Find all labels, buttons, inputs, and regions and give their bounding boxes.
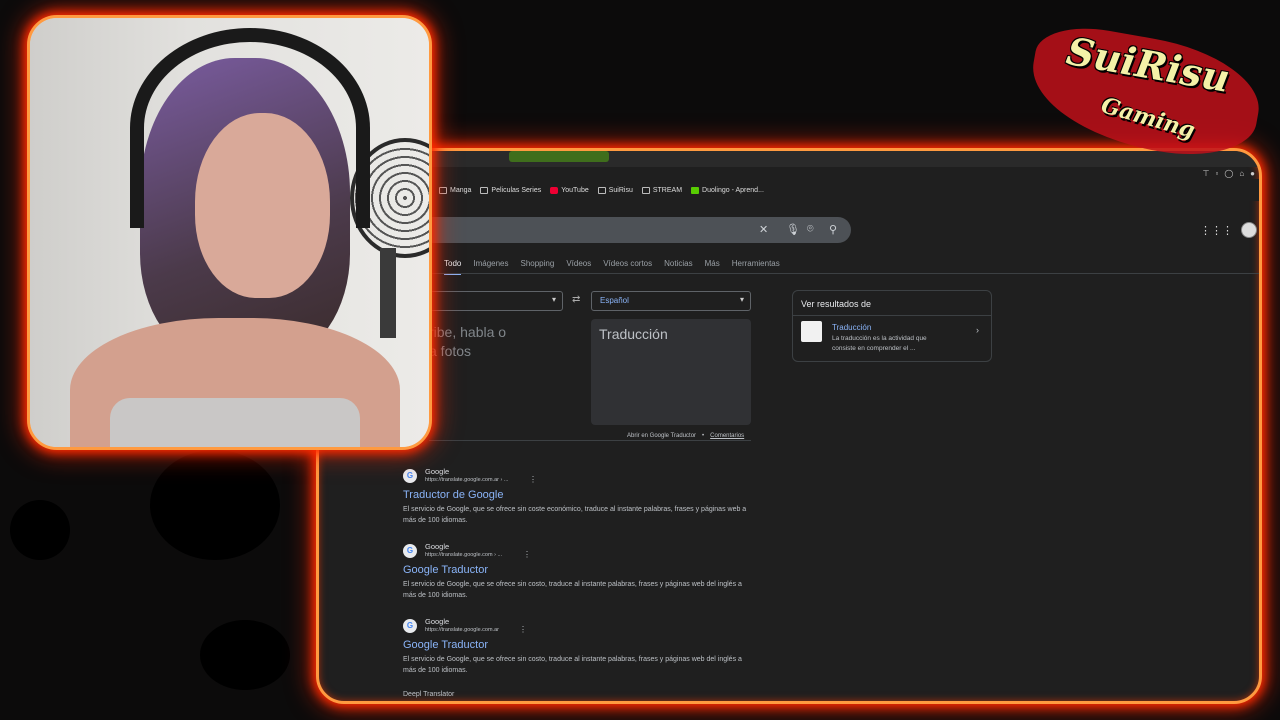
folder-icon: [480, 186, 489, 194]
chevron-down-icon: ▾: [551, 295, 556, 304]
browser-toolbar-icons: ⊤ ▫ ◯ ⌂ ●: [1203, 169, 1255, 178]
target-language-select[interactable]: Español ▾: [591, 291, 751, 311]
fan-stand-image: [380, 248, 396, 338]
result-title[interactable]: Google Traductor: [403, 564, 488, 576]
search-icon[interactable]: ⚲: [829, 223, 837, 236]
panel-description: La traducción es la actividad que consis…: [832, 335, 927, 352]
search-input[interactable]: ✕ 🎙 ⌾ ⚲: [419, 217, 851, 243]
avatar[interactable]: [1241, 222, 1257, 238]
bookmarks-bar: Manga Peliculas Series YouTube SuiRisu S…: [319, 179, 1259, 201]
divider: [429, 440, 751, 441]
panel-link[interactable]: Traducción: [832, 323, 871, 332]
chat-icon[interactable]: ◯: [1224, 169, 1233, 178]
google-favicon-icon: G: [403, 544, 417, 558]
source-text-area[interactable]: ribe, habla o a fotos: [429, 323, 506, 361]
ink-splatter: [150, 450, 280, 560]
chevron-right-icon[interactable]: ›: [976, 325, 979, 335]
browser-window: ⊤ ▫ ◯ ⌂ ● Manga Peliculas Series YouTube…: [316, 148, 1262, 704]
bookmark-manga[interactable]: Manga: [439, 186, 471, 194]
result-snippet: El servicio de Google, que se ofrece sin…: [403, 581, 742, 599]
ink-splatter: [200, 620, 290, 690]
extension-icon[interactable]: ▫: [1216, 169, 1219, 178]
target-text-area: Traducción: [591, 319, 751, 425]
clear-icon[interactable]: ✕: [759, 223, 768, 236]
result-snippet: El servicio de Google, que se ofrece sin…: [403, 506, 747, 524]
channel-logo: SuiRisu Gaming: [1020, 18, 1270, 170]
bookmark-peliculas-series[interactable]: Peliculas Series: [480, 186, 541, 194]
swap-languages-icon[interactable]: ⇄: [572, 294, 580, 305]
google-favicon-icon: G: [403, 619, 417, 633]
bookmark-youtube[interactable]: YouTube: [550, 186, 589, 194]
lock-icon[interactable]: ⌂: [1239, 169, 1244, 178]
translator-footer: Abrir en Google Traductor • Comentarios: [627, 433, 745, 439]
streamer-top: [110, 398, 360, 447]
source-placeholder-line1: ribe, habla o: [429, 324, 507, 340]
pin-icon[interactable]: ⊤: [1203, 169, 1210, 178]
lens-icon[interactable]: ⌾: [807, 223, 814, 236]
apps-grid-icon[interactable]: ⋮⋮⋮: [1200, 224, 1233, 237]
thumbnail-image: [801, 321, 822, 342]
youtube-icon: [550, 186, 559, 194]
browser-tab-active[interactable]: [509, 151, 609, 162]
result-title[interactable]: Google Traductor: [403, 639, 488, 651]
webcam-overlay: [27, 15, 432, 450]
more-options-icon[interactable]: ⋮: [523, 550, 531, 559]
partial-result-site[interactable]: Deepl Translator: [403, 691, 454, 698]
bookmark-stream[interactable]: STREAM: [641, 186, 682, 194]
ink-splatter: [10, 500, 70, 560]
headset-image: [130, 28, 370, 228]
google-favicon-icon: G: [403, 469, 417, 483]
more-options-icon[interactable]: ⋮: [519, 625, 527, 634]
folder-icon: [439, 186, 447, 194]
knowledge-panel: Ver resultados de Traducción La traducci…: [792, 290, 992, 362]
folder-icon: [641, 186, 650, 194]
bookmark-suirisu[interactable]: SuiRisu: [597, 186, 633, 194]
profile-icon[interactable]: ●: [1250, 169, 1255, 178]
feedback-link[interactable]: Comentarios: [710, 433, 744, 439]
bookmark-duolingo[interactable]: Duolingo - Aprend...: [691, 186, 764, 194]
more-options-icon[interactable]: ⋮: [529, 475, 537, 484]
panel-title: Ver resultados de: [801, 299, 872, 309]
divider: [793, 315, 991, 316]
folder-icon: [597, 186, 606, 194]
result-title[interactable]: Traductor de Google: [403, 489, 503, 501]
chevron-down-icon: ▾: [739, 295, 744, 304]
result-snippet: El servicio de Google, que se ofrece sin…: [403, 656, 742, 674]
microphone-icon[interactable]: 🎙: [786, 223, 800, 236]
source-placeholder-line2: a fotos: [429, 343, 472, 359]
duolingo-icon: [691, 186, 700, 194]
divider: [319, 273, 1259, 274]
open-translator-link[interactable]: Abrir en Google Traductor: [627, 433, 696, 439]
